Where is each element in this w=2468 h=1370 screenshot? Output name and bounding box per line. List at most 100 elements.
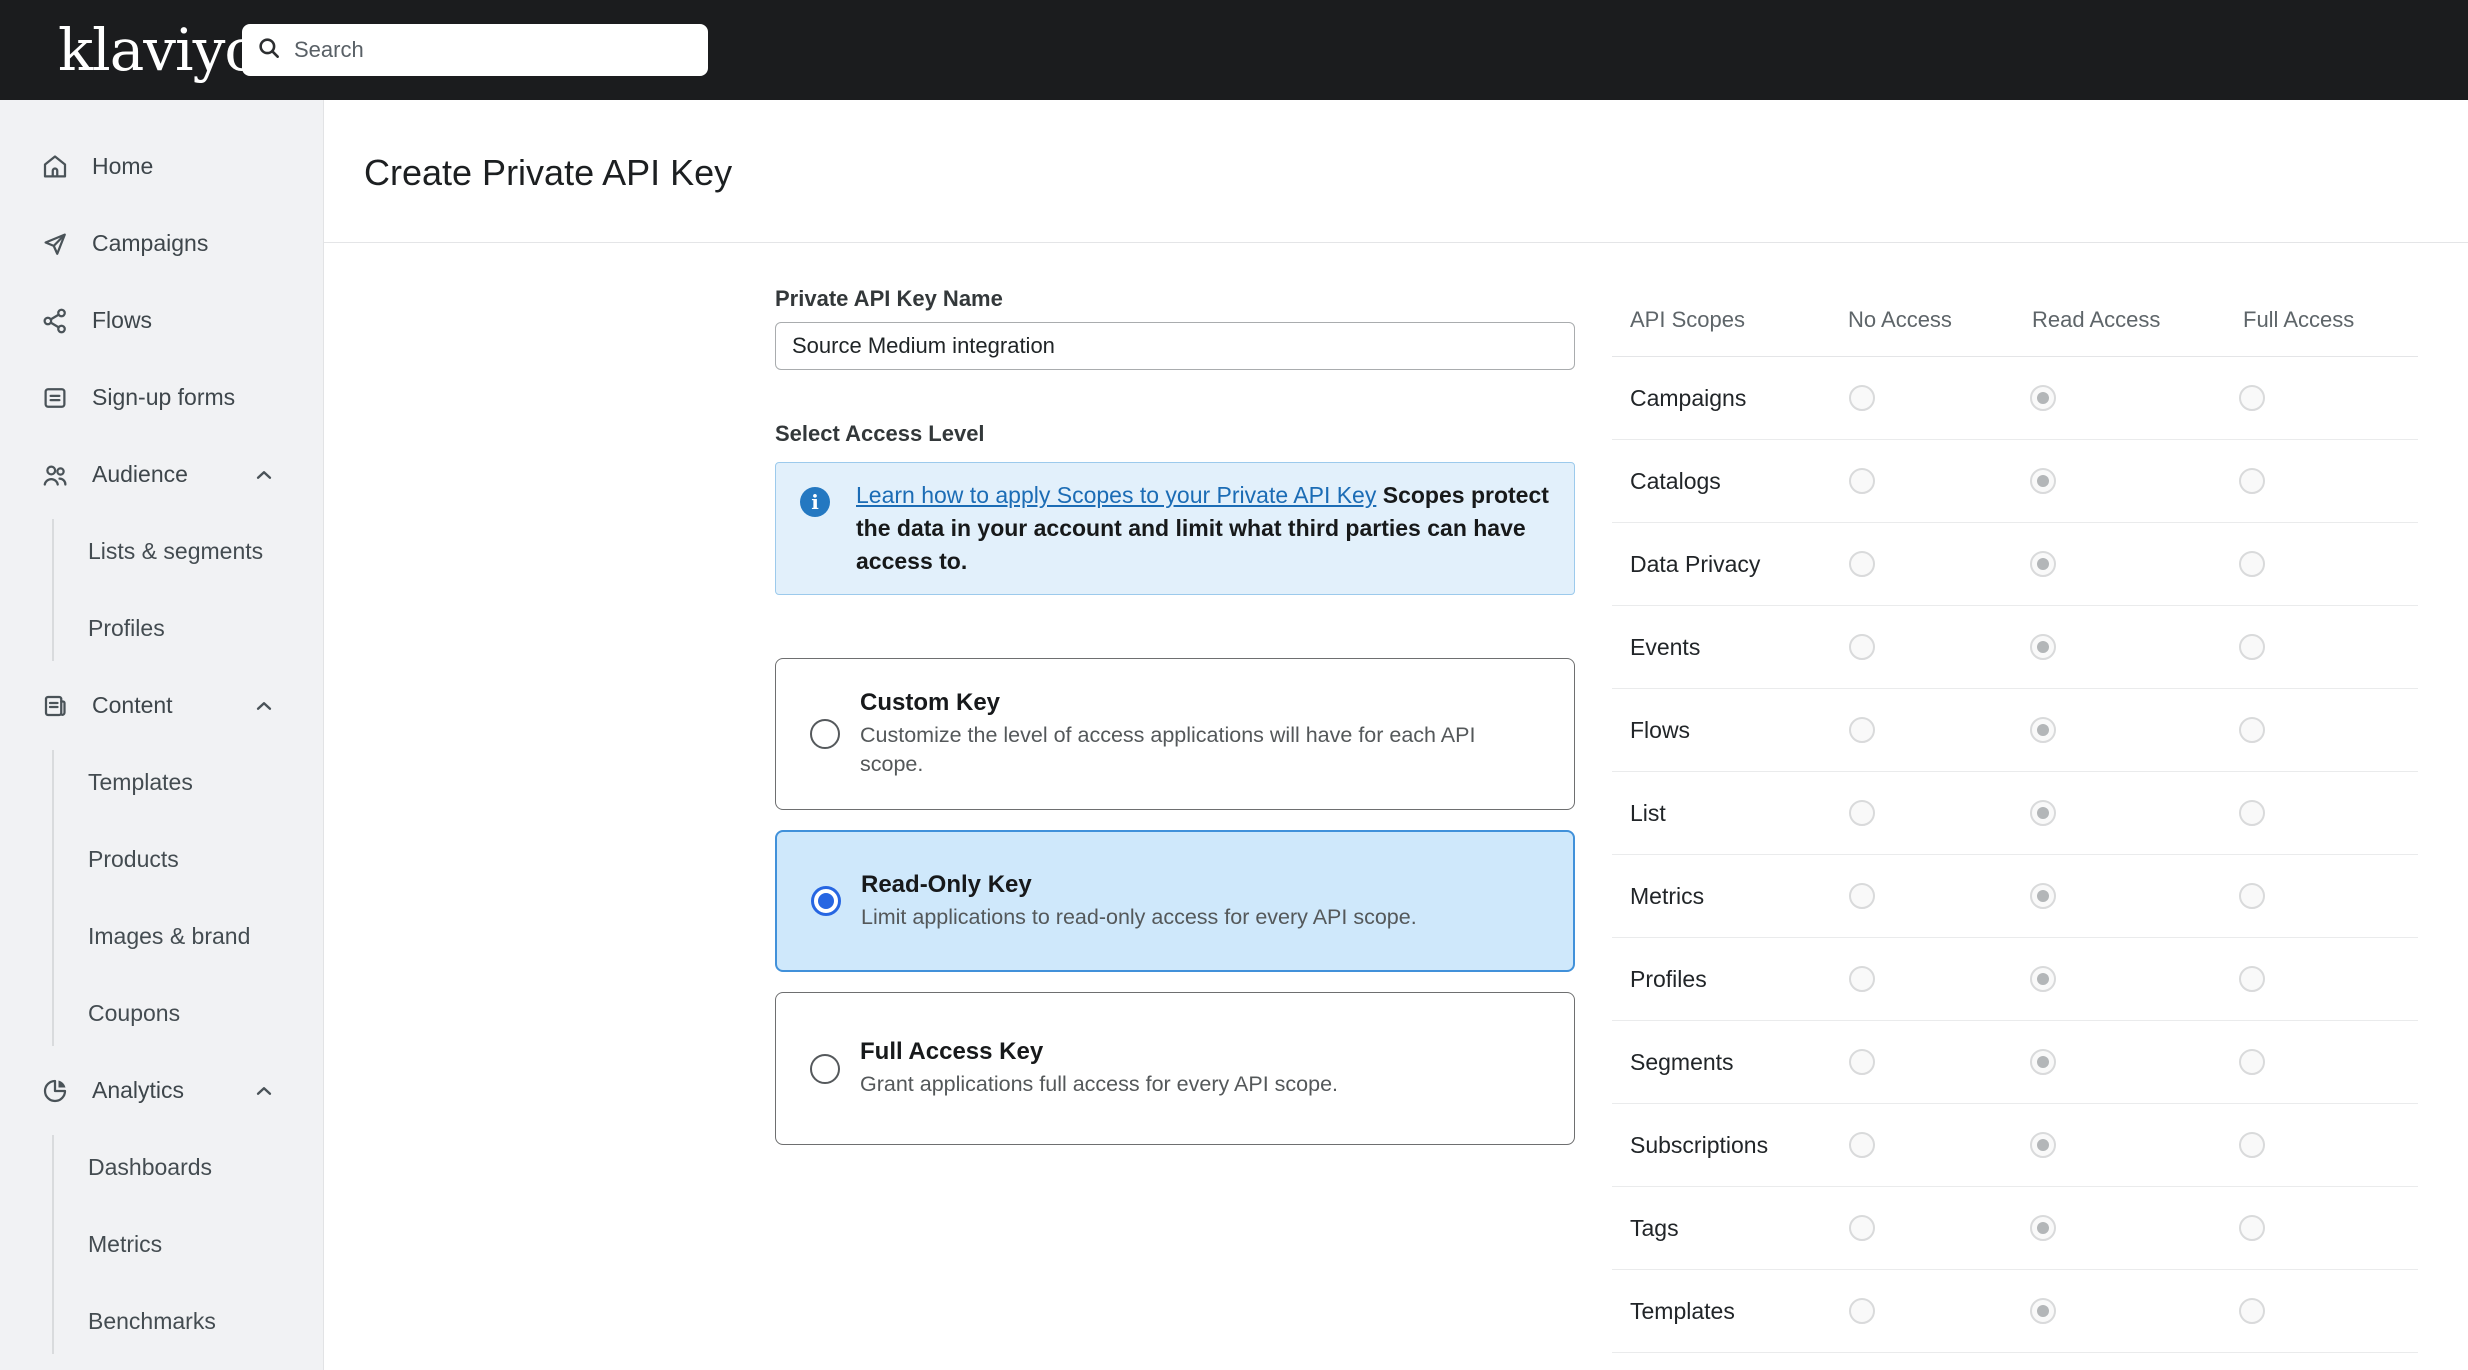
radio-no-access[interactable] [1849, 551, 1875, 577]
scope-row-flows: Flows [1612, 689, 2418, 772]
sidebar-item-lists-segments[interactable]: Lists & segments [0, 513, 323, 590]
page-title: Create Private API Key [364, 152, 733, 193]
chevron-up-icon[interactable] [251, 1078, 277, 1104]
radio-no-access[interactable] [1849, 1132, 1875, 1158]
radio-read-access[interactable] [2030, 634, 2056, 660]
radio-full-access[interactable] [2239, 800, 2265, 826]
send-icon [40, 229, 70, 259]
sidebar-item-campaigns[interactable]: Campaigns [0, 205, 323, 282]
col-full-access: Full Access [2243, 307, 2355, 332]
radio-read-access[interactable] [2030, 1049, 2056, 1075]
scope-row-segments: Segments [1612, 1021, 2418, 1104]
radio-no-access[interactable] [1849, 385, 1875, 411]
scope-row-list: List [1612, 772, 2418, 855]
sidebar-item-label: Flows [92, 307, 153, 333]
radio-read-access[interactable] [2030, 385, 2056, 411]
radio-full-access[interactable] [2239, 634, 2265, 660]
sidebar-item-products[interactable]: Products [0, 821, 323, 898]
sidebar-item-metrics[interactable]: Metrics [0, 1206, 323, 1283]
radio-no-access[interactable] [1849, 468, 1875, 494]
radio-full-access[interactable] [2239, 1298, 2265, 1324]
sidebar-item-coupons[interactable]: Coupons [0, 975, 323, 1052]
chevron-up-icon[interactable] [251, 693, 277, 719]
radio-no-access[interactable] [1849, 634, 1875, 660]
info-icon: i [800, 487, 830, 517]
radio-full-access[interactable] [2239, 717, 2265, 743]
radio-read-access[interactable] [2030, 717, 2056, 743]
analytics-subgroup: Dashboards Metrics Benchmarks [0, 1129, 323, 1360]
klaviyo-wordmark: klaviyo [58, 16, 259, 84]
radio-read-access[interactable] [2030, 1298, 2056, 1324]
content-icon [40, 691, 70, 721]
scopes-table-header: API Scopes No Access Read Access Full Ac… [1612, 290, 2418, 357]
radio-read-access[interactable] [2030, 1132, 2056, 1158]
radio-read-access[interactable] [2030, 966, 2056, 992]
access-option-custom-key[interactable]: Custom Key Customize the level of access… [775, 658, 1575, 810]
radio-no-access[interactable] [1849, 1215, 1875, 1241]
scope-row-tags: Tags [1612, 1187, 2418, 1270]
sidebar-item-profiles[interactable]: Profiles [0, 590, 323, 667]
search-input[interactable] [294, 37, 694, 63]
info-text: Learn how to apply Scopes to your Privat… [856, 479, 1556, 578]
sidebar-item-content[interactable]: Content [0, 667, 323, 744]
global-search[interactable] [242, 24, 708, 76]
content-subgroup: Templates Products Images & brand Coupon… [0, 744, 323, 1052]
audience-icon [40, 460, 70, 490]
radio-no-access[interactable] [1849, 1049, 1875, 1075]
sidebar-item-templates[interactable]: Templates [0, 744, 323, 821]
access-level-label: Select Access Level [775, 421, 985, 446]
sidebar-item-label: Campaigns [92, 230, 209, 256]
scope-row-profiles: Profiles [1612, 938, 2418, 1021]
radio-full-access[interactable] [2239, 468, 2265, 494]
radio-no-access[interactable] [1849, 717, 1875, 743]
sidebar-item-label: Analytics [92, 1077, 185, 1103]
radio-read-access[interactable] [2030, 800, 2056, 826]
api-key-name-input[interactable] [775, 322, 1575, 370]
radio-read-access[interactable] [2030, 883, 2056, 909]
access-option-full-access-key[interactable]: Full Access Key Grant applications full … [775, 992, 1575, 1145]
sidebar-item-images-brand[interactable]: Images & brand [0, 898, 323, 975]
scopes-info-banner: i Learn how to apply Scopes to your Priv… [775, 462, 1575, 595]
sidebar-item-audience[interactable]: Audience [0, 436, 323, 513]
radio-full-access[interactable] [2239, 1215, 2265, 1241]
sidebar-item-flows[interactable]: Flows [0, 282, 323, 359]
sidebar-item-benchmarks[interactable]: Benchmarks [0, 1283, 323, 1360]
sidebar-item-analytics[interactable]: Analytics [0, 1052, 323, 1129]
sidebar-item-signup-forms[interactable]: Sign-up forms [0, 359, 323, 436]
scope-row-campaigns: Campaigns [1612, 357, 2418, 440]
scope-row-metrics: Metrics [1612, 855, 2418, 938]
radio-no-access[interactable] [1849, 966, 1875, 992]
radio-custom-key[interactable] [810, 719, 840, 749]
radio-read-access[interactable] [2030, 551, 2056, 577]
sidebar-item-home[interactable]: Home [0, 128, 323, 205]
radio-full-access[interactable] [2239, 883, 2265, 909]
radio-full-access[interactable] [2239, 1132, 2265, 1158]
home-icon [40, 152, 70, 182]
radio-full-access[interactable] [2239, 966, 2265, 992]
radio-read-access[interactable] [2030, 468, 2056, 494]
col-api-scopes: API Scopes [1630, 307, 1745, 332]
api-key-name-label: Private API Key Name [775, 286, 1003, 311]
col-no-access: No Access [1848, 307, 1952, 332]
access-option-read-only-key[interactable]: Read-Only Key Limit applications to read… [775, 830, 1575, 972]
col-read-access: Read Access [2032, 307, 2161, 332]
sidebar-item-dashboards[interactable]: Dashboards [0, 1129, 323, 1206]
sidebar-item-label: Content [92, 692, 173, 718]
radio-read-access[interactable] [2030, 1215, 2056, 1241]
scope-row-catalogs: Catalogs [1612, 440, 2418, 523]
chevron-up-icon[interactable] [251, 462, 277, 488]
radio-full-access[interactable] [2239, 385, 2265, 411]
sidebar-item-label: Audience [92, 461, 188, 487]
radio-full-access[interactable] [2239, 1049, 2265, 1075]
scopes-help-link[interactable]: Learn how to apply Scopes to your Privat… [856, 482, 1376, 508]
search-icon [256, 35, 282, 66]
topbar: klaviyo [0, 0, 2468, 100]
radio-no-access[interactable] [1849, 883, 1875, 909]
audience-subgroup: Lists & segments Profiles [0, 513, 323, 667]
api-key-form: Private API Key Name Select Access Level… [775, 286, 1575, 1145]
radio-no-access[interactable] [1849, 800, 1875, 826]
radio-read-only-key[interactable] [811, 886, 841, 916]
radio-full-access-key[interactable] [810, 1053, 840, 1084]
radio-full-access[interactable] [2239, 551, 2265, 577]
radio-no-access[interactable] [1849, 1298, 1875, 1324]
